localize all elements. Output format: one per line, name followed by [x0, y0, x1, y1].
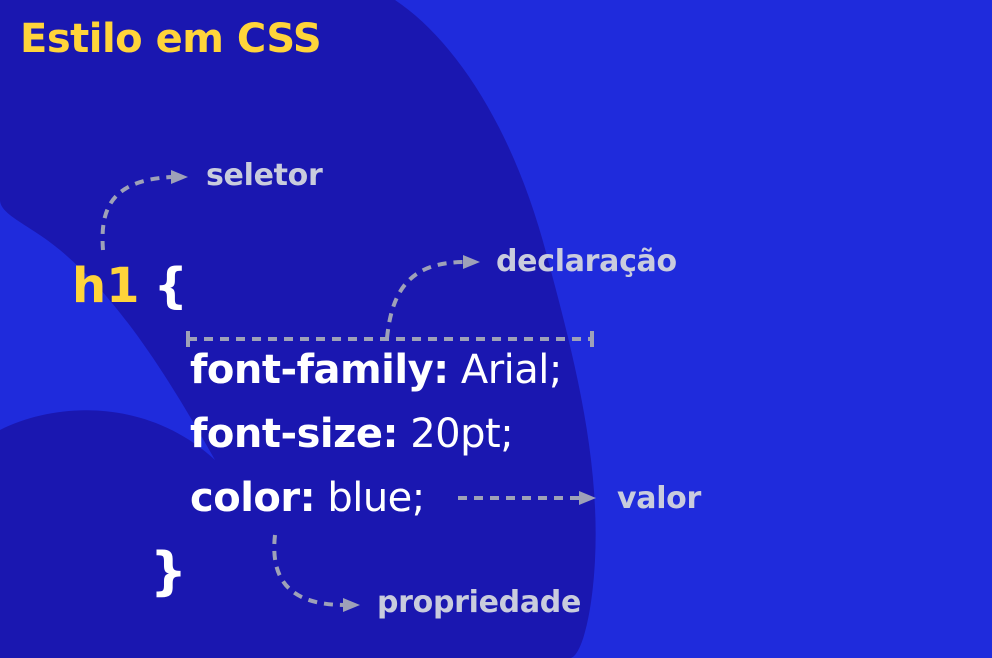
- property-name: font-family:: [190, 347, 449, 393]
- slide-title: Estilo em CSS: [20, 16, 322, 62]
- css-selector: h1: [72, 258, 140, 314]
- property-name: font-size:: [190, 411, 399, 457]
- property-value: blue;: [315, 475, 425, 521]
- property-name: color:: [190, 475, 316, 521]
- label-valor: valor: [617, 481, 701, 516]
- close-brace: }: [150, 542, 188, 602]
- declaration-font-size: font-size: 20pt;: [190, 411, 514, 457]
- property-value: Arial;: [448, 347, 563, 393]
- open-brace: {: [153, 258, 188, 314]
- declaration-color: color: blue;: [190, 478, 425, 518]
- label-declaracao: declaração: [496, 244, 677, 279]
- label-seletor: seletor: [206, 158, 323, 193]
- background: [0, 0, 992, 658]
- property-value: 20pt;: [398, 411, 514, 457]
- label-propriedade: propriedade: [377, 585, 582, 620]
- declaration-font-family: font-family: Arial;: [190, 350, 562, 390]
- code-selector-line: h1{: [72, 262, 188, 310]
